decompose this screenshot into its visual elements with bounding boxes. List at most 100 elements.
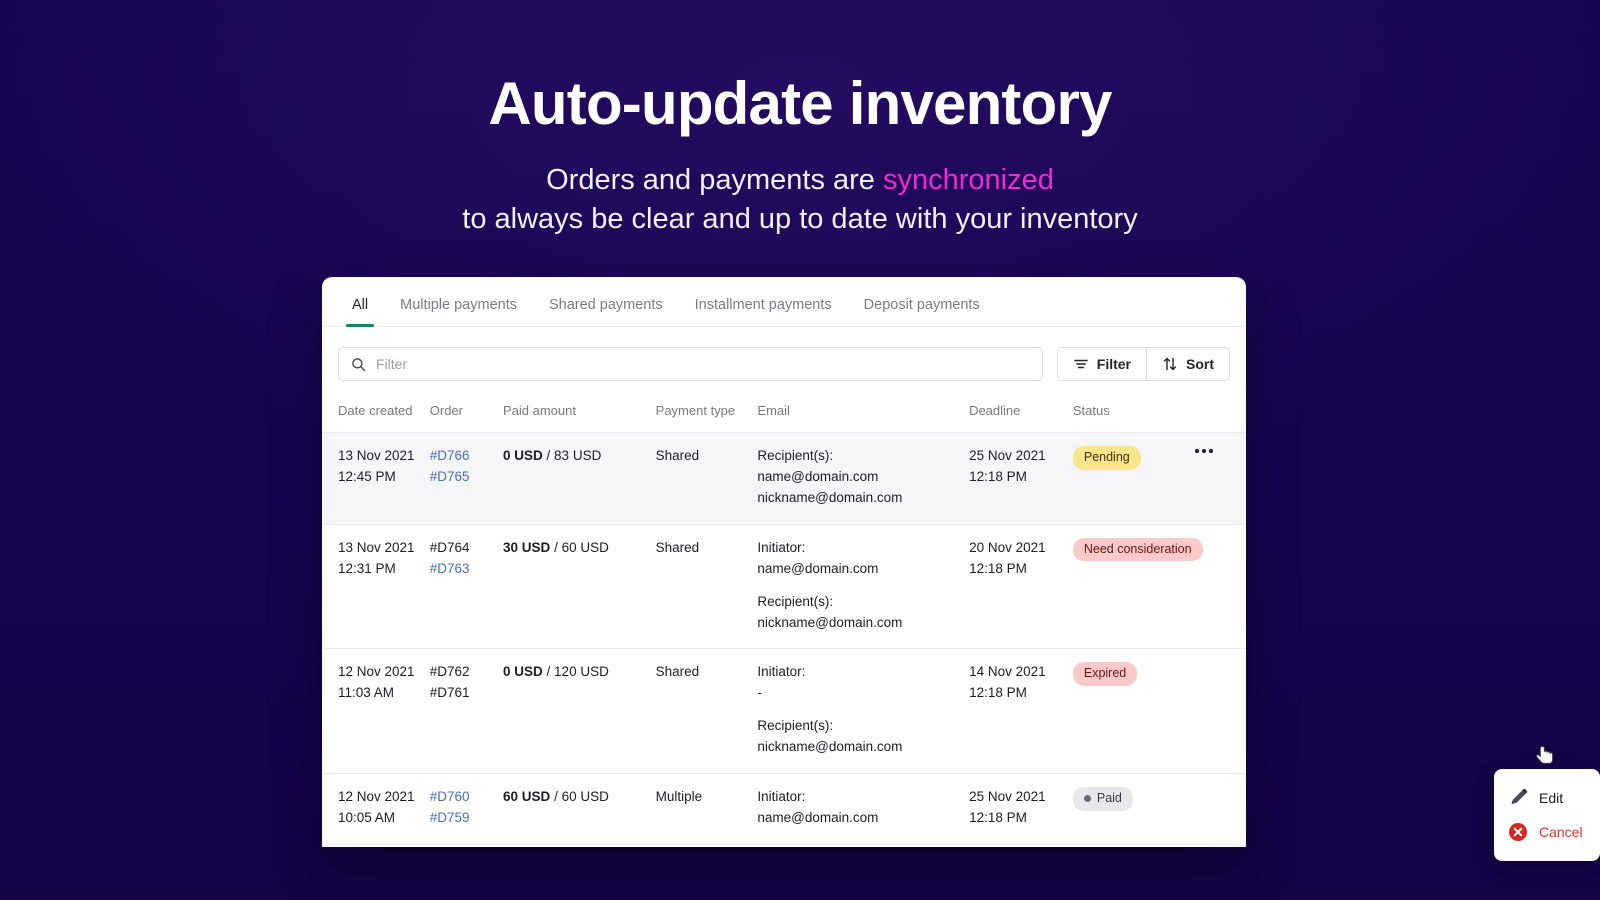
- cell-actions: [1188, 773, 1246, 845]
- cell-status: Expired: [1066, 648, 1189, 775]
- cell-paid-amount: 60 USD / 60 USD: [497, 773, 650, 845]
- paid-amount-value: 30 USD: [503, 539, 551, 555]
- status-badge-label: Need consideration: [1083, 541, 1192, 556]
- email-role-label: Initiator:: [757, 789, 806, 805]
- cell-status: Need consideration: [1066, 524, 1203, 650]
- filter-button[interactable]: Filter: [1057, 348, 1146, 380]
- card-clip: All Multiple payments Shared payments Insta…: [322, 277, 1246, 847]
- order-link[interactable]: #D766: [430, 448, 470, 463]
- payment-type-value: Shared: [655, 664, 700, 680]
- date-created-date: 13 Nov 2021: [338, 539, 415, 555]
- cell-payment-type: Shared: [649, 432, 752, 525]
- filter-button-label: Filter: [1096, 356, 1131, 372]
- search-input[interactable]: Filter: [338, 347, 1043, 381]
- column-header-label: Payment type: [655, 403, 736, 418]
- deadline-time: 12:18 PM: [969, 560, 1027, 576]
- hero-section: Auto-update inventory Orders and payment…: [0, 0, 1600, 239]
- kebab-dot: [1194, 449, 1199, 453]
- cell-email: Initiator: name@domain.com Recipient(s): ni…: [751, 524, 964, 650]
- cell-paid-amount: 0 USD / 120 USD: [497, 648, 650, 775]
- table-row[interactable]: 12 Nov 2021 10:05 AM #D760 #D759 60 USD / 60…: [322, 773, 1246, 845]
- sort-button[interactable]: Sort: [1146, 348, 1229, 380]
- table-row[interactable]: 12 Nov 2021 11:03 AM #D762 #D761 0 USD / 120…: [322, 648, 1246, 775]
- email-block-spacer: [757, 704, 957, 716]
- column-header-actions: [1188, 395, 1246, 433]
- search-icon: [352, 357, 366, 371]
- context-menu-item-label: Cancel: [1539, 824, 1583, 840]
- deadline-time: 12:18 PM: [969, 810, 1027, 826]
- order-link[interactable]: #D763: [430, 561, 470, 576]
- cell-deadline: 25 Nov 2021 12:18 PM: [963, 432, 1067, 525]
- payment-type-value: Shared: [655, 539, 700, 555]
- deadline-date: 25 Nov 2021: [969, 789, 1046, 805]
- cell-order: #D762 #D761: [423, 648, 498, 775]
- paid-amount-value: 0 USD: [503, 448, 543, 463]
- cell-paid-amount: 30 USD / 60 USD: [497, 524, 650, 650]
- payment-type-value: Shared: [655, 448, 700, 463]
- hero-subtitle-line1: Orders and payments are synchronized: [0, 161, 1600, 200]
- cell-email: Initiator: - Recipient(s): nickname@domain.…: [751, 648, 964, 775]
- cancel-circle-icon: [1509, 823, 1527, 841]
- row-actions-menu-icon[interactable]: [1194, 446, 1230, 453]
- paid-amount-total: / 83 USD: [546, 448, 602, 463]
- tab-installment-payments[interactable]: Installment payments: [679, 297, 848, 326]
- paid-amount-value: 60 USD: [503, 789, 551, 805]
- table-row[interactable]: 13 Nov 2021 12:31 PM #D764 #D763 30 USD / 60…: [322, 524, 1246, 650]
- tab-label: Installment payments: [694, 297, 832, 313]
- status-badge-label: Pending: [1083, 450, 1130, 464]
- tab-label: Multiple payments: [400, 297, 517, 313]
- tab-label: All: [352, 297, 369, 313]
- kebab-dot: [1201, 449, 1206, 453]
- tab-deposit-payments[interactable]: Deposit payments: [848, 297, 996, 326]
- table-row[interactable]: 13 Nov 2021 12:45 PM #D766 #D765 0 USD / 83 …: [322, 432, 1246, 525]
- date-created-date: 12 Nov 2021: [338, 789, 415, 805]
- paid-amount-total: / 120 USD: [546, 664, 609, 680]
- search-placeholder: Filter: [376, 356, 408, 372]
- cell-email: Recipient(s): name@domain.com nickname@dom…: [751, 432, 964, 525]
- email-role-label: Recipient(s):: [757, 593, 834, 609]
- cell-payment-type: Shared: [649, 648, 752, 775]
- paid-amount-total: / 60 USD: [554, 539, 609, 555]
- deadline-date: 20 Nov 2021: [969, 539, 1046, 555]
- column-header-label: Deadline: [969, 403, 1021, 418]
- cell-date-created: 12 Nov 2021 10:05 AM: [322, 773, 424, 845]
- tab-all[interactable]: All: [336, 297, 384, 327]
- order-link[interactable]: #D760: [430, 789, 470, 804]
- deadline-time: 12:18 PM: [969, 468, 1027, 484]
- row-context-menu[interactable]: Edit Cancel: [1494, 769, 1600, 861]
- table-row[interactable]: 11 Nov 202112:18 PM#D757#D75830 USD / 12…: [322, 844, 1246, 847]
- column-header-label: Status: [1072, 403, 1110, 418]
- cell-actions: [1188, 648, 1246, 775]
- email-block-spacer: [757, 580, 957, 592]
- hero-subtitle-highlight: synchronized: [883, 164, 1054, 196]
- email-role-label: Recipient(s):: [757, 448, 834, 463]
- cell-order: #D760 #D759: [423, 773, 498, 845]
- context-menu-item-edit[interactable]: Edit: [1494, 781, 1600, 815]
- column-header-deadline: Deadline: [963, 395, 1067, 433]
- page-root: Auto-update inventory Orders and payment…: [0, 0, 1600, 900]
- cell-date-created: 11 Nov 202112:18 PM: [322, 844, 424, 847]
- context-menu-item-cancel[interactable]: Cancel: [1494, 815, 1600, 849]
- date-created-date: 13 Nov 2021: [338, 448, 415, 463]
- column-header-status: Status: [1066, 395, 1189, 433]
- cell-order: #D766 #D765: [423, 432, 498, 525]
- page-title: Auto-update inventory: [488, 70, 1112, 137]
- status-badge: Pending: [1072, 446, 1141, 470]
- cell-payment-type: Multiple: [649, 773, 752, 845]
- cell-order: #D757#D758: [423, 844, 498, 847]
- tab-multiple-payments[interactable]: Multiple payments: [384, 297, 533, 326]
- order-link[interactable]: #D765: [430, 469, 470, 484]
- column-header-label: Email: [757, 403, 790, 418]
- date-created-time: 10:05 AM: [338, 810, 396, 826]
- column-header-label: Paid amount: [503, 403, 577, 418]
- cell-payment-type: Shared: [649, 524, 752, 650]
- order-link[interactable]: #D759: [430, 810, 470, 825]
- hero-subtitle-line2: to always be clear and up to date with y…: [462, 202, 1138, 235]
- pencil-icon: [1511, 788, 1528, 804]
- column-header-email: Email: [751, 395, 964, 433]
- cell-date-created: 13 Nov 2021 12:45 PM: [322, 432, 424, 525]
- tab-shared-payments[interactable]: Shared payments: [533, 297, 679, 326]
- deadline-date: 14 Nov 2021: [969, 664, 1046, 680]
- sort-arrows-icon: [1163, 357, 1177, 371]
- tab-label: Deposit payments: [863, 297, 980, 313]
